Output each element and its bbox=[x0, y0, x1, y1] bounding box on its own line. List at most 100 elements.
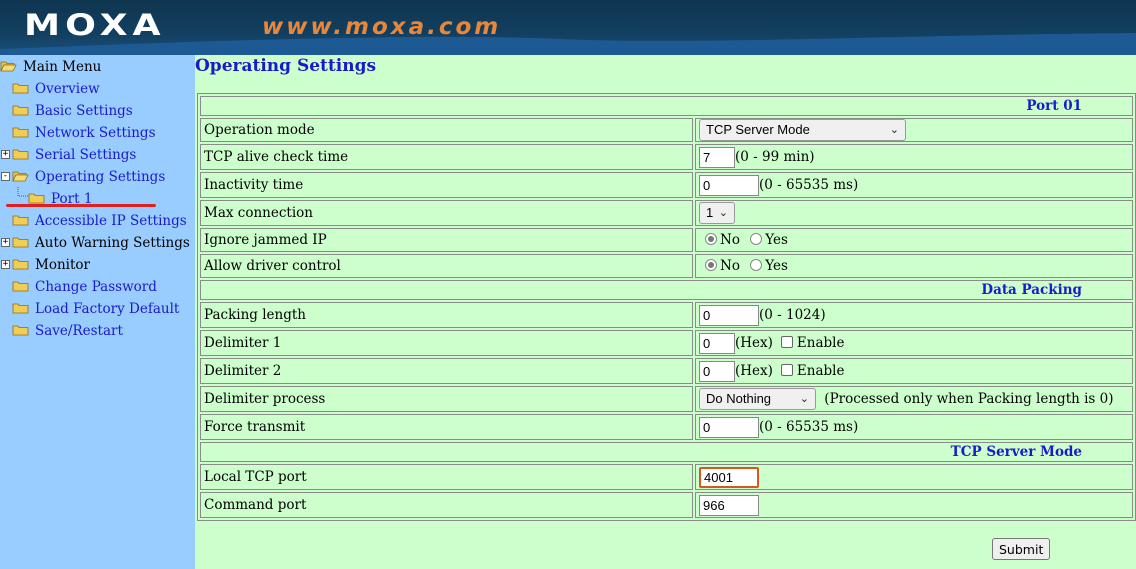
folder-open-icon bbox=[0, 61, 17, 72]
chevron-down-icon: ⌄ bbox=[718, 207, 728, 219]
folder-icon bbox=[12, 149, 29, 160]
row-label: Inactivity time bbox=[200, 172, 693, 198]
sidebar-item-load-factory-default[interactable]: Load Factory Default bbox=[12, 299, 179, 319]
range-hint: (0 - 99 min) bbox=[735, 148, 815, 165]
section-header-packing: Data Packing bbox=[200, 280, 1133, 300]
chevron-down-icon: ⌄ bbox=[889, 124, 899, 136]
folder-icon bbox=[12, 237, 29, 248]
row-label: Local TCP port bbox=[200, 464, 693, 490]
row-value bbox=[695, 464, 1133, 490]
table-row: Max connection 1 ⌄ bbox=[200, 200, 1133, 226]
folder-icon bbox=[12, 127, 29, 138]
table-row: Delimiter process Do Nothing ⌄ (Processed… bbox=[200, 386, 1133, 412]
row-label: Ignore jammed IP bbox=[200, 228, 693, 252]
local-tcp-port-input[interactable] bbox=[699, 466, 759, 488]
delimiter-2-input[interactable] bbox=[699, 360, 735, 382]
banner-wave-decoration bbox=[0, 33, 1136, 55]
ignore-jammed-yes-radio[interactable] bbox=[750, 233, 763, 245]
sidebar-item-auto-warning-settings[interactable]: Auto Warning Settings bbox=[12, 233, 190, 253]
section-header-port: Port 01 bbox=[200, 96, 1133, 116]
sidebar-item-operating-settings[interactable]: Operating Settings bbox=[12, 167, 165, 187]
section-title: Port 01 bbox=[200, 96, 1133, 116]
row-label: Allow driver control bbox=[200, 254, 693, 278]
command-port-input[interactable] bbox=[699, 494, 759, 516]
table-row: Force transmit (0 - 65535 ms) bbox=[200, 414, 1133, 440]
row-value: (0 - 65535 ms) bbox=[695, 414, 1133, 440]
sidebar-item-label: Main Menu bbox=[23, 59, 102, 75]
section-header-tcp-server: TCP Server Mode bbox=[200, 442, 1133, 462]
sidebar-item-label[interactable]: Network Settings bbox=[35, 125, 156, 141]
delimiter-process-select[interactable]: Do Nothing ⌄ bbox=[699, 388, 816, 410]
sidebar-item-label[interactable]: Operating Settings bbox=[35, 169, 165, 185]
submit-button[interactable]: Submit bbox=[992, 538, 1051, 560]
allow-driver-no-radio[interactable] bbox=[705, 259, 717, 271]
sidebar-item-label[interactable]: Save/Restart bbox=[35, 323, 123, 339]
delimiter-2-enable-checkbox[interactable] bbox=[780, 363, 793, 376]
sidebar-item-overview[interactable]: Overview bbox=[12, 79, 100, 99]
hex-hint: (Hex) bbox=[735, 362, 773, 379]
force-transmit-input[interactable] bbox=[699, 416, 759, 438]
row-value: No Yes bbox=[695, 254, 1133, 278]
range-hint: (0 - 65535 ms) bbox=[759, 418, 859, 435]
sidebar-item-label: Monitor bbox=[35, 257, 90, 273]
delimiter-1-enable-checkbox[interactable] bbox=[780, 335, 793, 348]
row-label: Delimiter 1 bbox=[200, 330, 693, 356]
section-title: TCP Server Mode bbox=[200, 442, 1133, 462]
row-value: No Yes bbox=[695, 228, 1133, 252]
allow-driver-yes-radio[interactable] bbox=[750, 259, 763, 271]
table-row: Inactivity time (0 - 65535 ms) bbox=[200, 172, 1133, 198]
row-label: Operation mode bbox=[200, 118, 693, 142]
row-value: (Hex) Enable bbox=[695, 330, 1133, 356]
table-row: Packing length (0 - 1024) bbox=[200, 302, 1133, 328]
ignore-jammed-no-radio[interactable] bbox=[705, 233, 717, 245]
folder-icon bbox=[12, 83, 29, 94]
sidebar-item-label[interactable]: Serial Settings bbox=[35, 147, 136, 163]
max-connection-select[interactable]: 1 ⌄ bbox=[699, 202, 735, 224]
folder-icon bbox=[12, 281, 29, 292]
sidebar-item-monitor[interactable]: Monitor bbox=[12, 255, 90, 275]
select-value: 1 bbox=[706, 205, 714, 220]
sidebar-item-save-restart[interactable]: Save/Restart bbox=[12, 321, 123, 341]
sidebar-item-label[interactable]: Overview bbox=[35, 81, 100, 97]
folder-icon bbox=[12, 325, 29, 336]
moxa-logo: MOXA bbox=[24, 8, 166, 42]
sidebar-item-change-password[interactable]: Change Password bbox=[12, 277, 157, 297]
sidebar-item-basic-settings[interactable]: Basic Settings bbox=[12, 101, 133, 121]
folder-icon bbox=[12, 215, 29, 226]
section-title: Data Packing bbox=[200, 280, 1133, 300]
folder-icon bbox=[28, 193, 45, 204]
row-value: TCP Server Mode ⌄ bbox=[695, 118, 1133, 142]
sidebar-item-label[interactable]: Load Factory Default bbox=[35, 301, 179, 317]
table-row: Allow driver control No Yes bbox=[200, 254, 1133, 278]
checkbox-label: Enable bbox=[796, 334, 845, 351]
inactivity-time-input[interactable] bbox=[699, 174, 759, 196]
collapse-icon[interactable]: - bbox=[1, 172, 10, 181]
sidebar-item-serial-settings[interactable]: Serial Settings bbox=[12, 145, 136, 165]
sidebar-item-label[interactable]: Accessible IP Settings bbox=[35, 213, 187, 229]
operation-mode-select[interactable]: TCP Server Mode ⌄ bbox=[699, 119, 906, 141]
row-label: Command port bbox=[200, 492, 693, 518]
sidebar-item-network-settings[interactable]: Network Settings bbox=[12, 123, 156, 143]
row-label: Delimiter process bbox=[200, 386, 693, 412]
sidebar-item-label[interactable]: Basic Settings bbox=[35, 103, 133, 119]
radio-label: Yes bbox=[765, 232, 788, 248]
packing-length-input[interactable] bbox=[699, 304, 759, 326]
expand-icon[interactable]: + bbox=[1, 260, 10, 269]
expand-icon[interactable]: + bbox=[1, 150, 10, 159]
chevron-down-icon: ⌄ bbox=[799, 393, 809, 405]
delimiter-1-input[interactable] bbox=[699, 332, 735, 354]
tcp-alive-check-input[interactable] bbox=[699, 146, 735, 168]
row-label: Max connection bbox=[200, 200, 693, 226]
sidebar-item-accessible-ip-settings[interactable]: Accessible IP Settings bbox=[12, 211, 187, 231]
site-url: www.moxa.com bbox=[262, 14, 502, 40]
row-label: Packing length bbox=[200, 302, 693, 328]
table-row: Local TCP port bbox=[200, 464, 1133, 490]
table-row: Ignore jammed IP No Yes bbox=[200, 228, 1133, 252]
process-hint: (Processed only when Packing length is 0… bbox=[824, 390, 1114, 407]
settings-table: Port 01 Operation mode TCP Server Mode ⌄ … bbox=[197, 93, 1136, 521]
sidebar-item-label[interactable]: Change Password bbox=[35, 279, 157, 295]
table-row: Command port bbox=[200, 492, 1133, 518]
folder-icon bbox=[12, 303, 29, 314]
sidebar-item-main-menu[interactable]: Main Menu bbox=[0, 57, 101, 77]
expand-icon[interactable]: + bbox=[1, 238, 10, 247]
